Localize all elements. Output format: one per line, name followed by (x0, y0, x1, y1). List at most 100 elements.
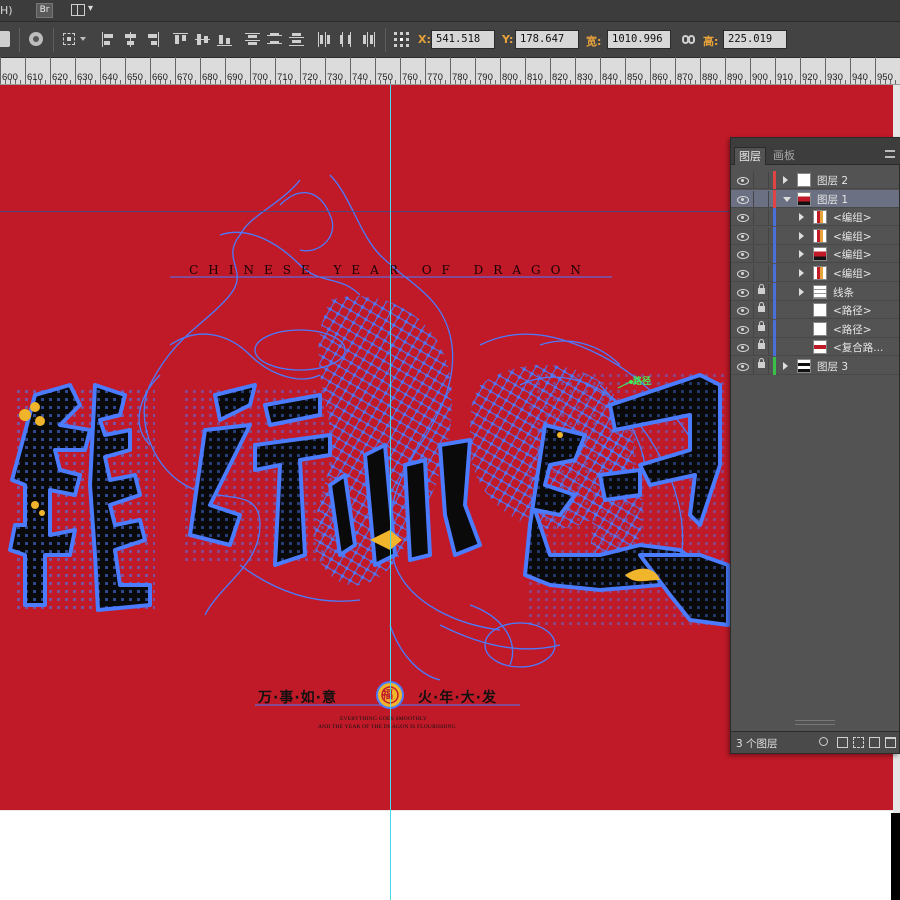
ruler-minor-tick (195, 80, 196, 84)
new-layer-icon[interactable] (869, 737, 880, 748)
chevron-right-icon[interactable] (783, 176, 788, 184)
ruler-label: 650 (127, 72, 143, 83)
ruler-label: 810 (527, 72, 543, 83)
menu-help[interactable]: H) (0, 4, 13, 17)
layer-row[interactable]: <路径> (731, 301, 899, 320)
reference-point-icon[interactable] (393, 31, 410, 48)
visibility-eye-icon[interactable] (736, 323, 749, 335)
control-menu-icon[interactable] (0, 31, 10, 47)
visibility-eye-icon[interactable] (736, 304, 749, 316)
chevron-right-icon[interactable] (799, 250, 804, 259)
visibility-eye-icon[interactable] (736, 211, 749, 223)
ruler-tick (400, 57, 401, 84)
panel-menu-icon[interactable] (885, 150, 895, 158)
layer-name[interactable]: 图层 1 (817, 192, 848, 207)
layer-name[interactable]: <路径> (833, 303, 872, 318)
layer-row[interactable]: 线条 (731, 282, 899, 301)
x-label: X: (418, 33, 431, 46)
layer-name[interactable]: <复合路... (833, 340, 883, 355)
layer-name[interactable]: <编组> (833, 266, 872, 281)
ruler-label: 900 (752, 72, 768, 83)
recolor-artwork-icon[interactable] (28, 31, 45, 48)
visibility-eye-icon[interactable] (736, 360, 749, 372)
align-bottom-icon[interactable] (216, 31, 233, 48)
layer-name[interactable]: 线条 (833, 285, 854, 300)
layer-color-bar (773, 245, 776, 264)
tab-layers[interactable]: 图层 (734, 147, 766, 165)
layer-row[interactable]: <编组> (731, 208, 899, 227)
clipping-mask-icon[interactable] (837, 737, 848, 748)
chevron-right-icon[interactable] (783, 362, 788, 370)
bridge-button[interactable]: Br (36, 3, 53, 18)
layer-name[interactable]: <编组> (833, 210, 872, 225)
align-left-icon[interactable] (100, 31, 117, 48)
visibility-eye-icon[interactable] (736, 193, 749, 205)
lock-toggle[interactable] (753, 227, 769, 244)
layer-row[interactable]: <编组> (731, 226, 899, 245)
select-similar-icon[interactable] (62, 31, 79, 48)
chevron-right-icon[interactable] (799, 231, 804, 240)
visibility-eye-icon[interactable] (736, 248, 749, 260)
width-field[interactable]: 1010.996 (607, 30, 671, 49)
ruler-minor-tick (220, 80, 221, 84)
distribute-bottom-icon[interactable] (288, 31, 305, 48)
layer-row[interactable]: <编组> (731, 245, 899, 264)
ruler-label: 940 (852, 72, 868, 83)
layer-name[interactable]: 图层 2 (817, 173, 848, 188)
layer-row[interactable]: <复合路... (731, 338, 899, 357)
layer-name[interactable]: <路径> (833, 322, 872, 337)
ruler-minor-tick (470, 80, 471, 84)
chevron-down-icon[interactable] (783, 196, 791, 202)
layer-row[interactable]: <编组> (731, 264, 899, 282)
arrange-documents-button[interactable]: ▾ (70, 3, 98, 18)
new-sublayer-icon[interactable] (853, 737, 864, 748)
constrain-proportions-icon[interactable] (680, 31, 697, 48)
ruler-label: 640 (102, 72, 118, 83)
lock-toggle[interactable] (753, 246, 769, 263)
layer-row[interactable]: 图层 2 (731, 171, 899, 189)
path-hover-label: 路径 (633, 377, 652, 387)
align-right-icon[interactable] (144, 31, 161, 48)
chevron-down-icon[interactable] (80, 37, 86, 41)
visibility-eye-icon[interactable] (736, 230, 749, 242)
distribute-top-icon[interactable] (244, 31, 261, 48)
visibility-eye-icon[interactable] (736, 286, 749, 298)
trash-icon[interactable] (885, 737, 896, 748)
layer-row[interactable]: 图层 1 (731, 189, 899, 208)
horizontal-ruler[interactable]: 600 610 620 630 640 650 660 670 680 690 700 710 720 7… (0, 57, 900, 85)
distribute-vertical-center-icon[interactable] (266, 31, 283, 48)
distribute-left-icon[interactable] (316, 31, 333, 48)
panel-footer: 3 个图层 (731, 731, 899, 753)
layer-row[interactable]: <路径> (731, 319, 899, 338)
visibility-eye-icon[interactable] (736, 174, 749, 186)
layer-name[interactable]: <编组> (833, 247, 872, 262)
y-position-field[interactable]: 178.647 (515, 30, 579, 49)
chevron-right-icon[interactable] (799, 287, 804, 296)
lock-toggle[interactable] (753, 190, 769, 207)
chevron-right-icon[interactable] (799, 213, 804, 222)
lock-toggle[interactable] (753, 265, 769, 281)
lock-toggle[interactable] (753, 209, 769, 226)
ruler-label: 730 (327, 72, 343, 83)
distribute-right-icon[interactable] (360, 31, 377, 48)
layer-row[interactable]: 图层 3 (731, 357, 899, 375)
layer-name[interactable]: 图层 3 (817, 359, 848, 374)
panel-resize-handle[interactable] (795, 720, 835, 725)
visibility-eye-icon[interactable] (736, 341, 749, 353)
chevron-right-icon[interactable] (799, 269, 804, 277)
ruler-tick (100, 57, 101, 84)
distribute-horizontal-center-icon[interactable] (338, 31, 355, 48)
ruler-minor-tick (70, 80, 71, 84)
align-top-icon[interactable] (172, 31, 189, 48)
height-field[interactable]: 225.019 (723, 30, 787, 49)
locate-object-icon[interactable] (819, 737, 828, 746)
align-horizontal-center-icon[interactable] (122, 31, 139, 48)
x-position-field[interactable]: 541.518 (431, 30, 495, 49)
align-vertical-center-icon[interactable] (194, 31, 211, 48)
layer-name[interactable]: <编组> (833, 229, 872, 244)
visibility-eye-icon[interactable] (736, 267, 749, 279)
vertical-guide[interactable] (390, 85, 391, 900)
tab-artboards[interactable]: 画板 (769, 147, 799, 165)
ruler-label: 840 (602, 72, 618, 83)
lock-toggle[interactable] (753, 172, 769, 188)
